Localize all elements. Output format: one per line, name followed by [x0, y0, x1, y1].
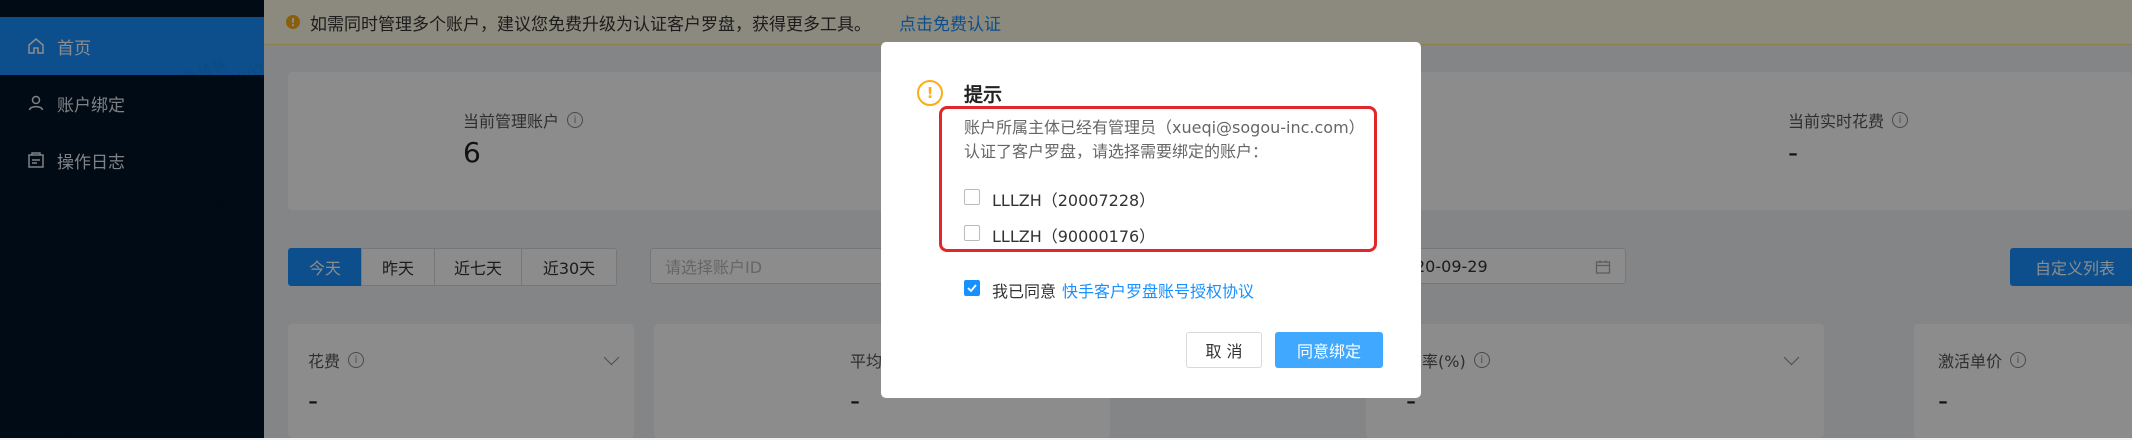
cancel-button[interactable]: 取 消: [1186, 332, 1262, 368]
agree-text: 我已同意 快手客户罗盘账号授权协议: [992, 282, 1255, 301]
exclamation-icon: !: [917, 80, 943, 106]
highlight-box: [939, 106, 1377, 252]
authorization-agreement-link[interactable]: 快手客户罗盘账号授权协议: [1062, 282, 1254, 301]
bind-account-dialog: ! 提示 账户所属主体已经有管理员（xueqi@sogou-inc.com） 认…: [881, 42, 1421, 398]
agree-checkbox[interactable]: [964, 280, 980, 296]
dialog-title: 提示: [964, 84, 1003, 106]
agree-bind-button[interactable]: 同意绑定: [1275, 332, 1383, 368]
